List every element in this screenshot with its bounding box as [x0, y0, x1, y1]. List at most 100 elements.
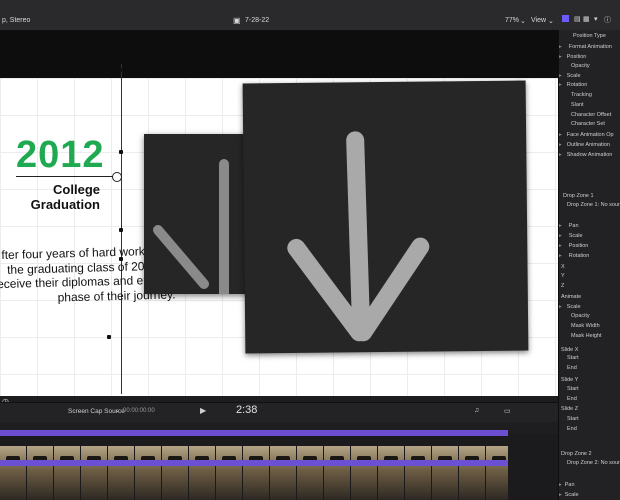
inspector-row-label: End [567, 426, 577, 432]
inspector-row-label: Start [567, 386, 579, 392]
inspector-row-label: Position [566, 54, 587, 60]
inspector-row[interactable]: ▸ Scale [559, 233, 583, 239]
disclosure-triangle-icon[interactable]: ▸ [559, 54, 562, 60]
disclosure-triangle-icon[interactable]: ▸ [559, 304, 562, 310]
drop-zone-panel-small[interactable] [144, 134, 252, 294]
transform-handle[interactable] [119, 228, 123, 232]
timeline-filmstrip[interactable] [0, 446, 508, 500]
inspector-row[interactable]: End [559, 426, 577, 432]
selected-clip-bar[interactable] [0, 460, 508, 466]
inspector-row-label: End [567, 396, 577, 402]
inspector-toggle-icon[interactable] [562, 15, 569, 22]
inspector-row[interactable]: Slide X [559, 347, 578, 353]
inspector-row[interactable]: Mask Width [559, 323, 600, 329]
clip-appearance-icon[interactable]: ▭ [504, 407, 511, 415]
transform-handle[interactable] [119, 150, 123, 154]
inspector-row[interactable]: Mask Height [559, 333, 602, 339]
inspector-row-label: Slide X [561, 347, 579, 353]
filter-icon[interactable]: ▾ [594, 15, 598, 23]
disclosure-triangle-icon[interactable]: ▸ [559, 73, 562, 79]
inspector-row-label: Mask Height [571, 333, 602, 339]
disclosure-triangle-icon[interactable]: ▸ [559, 243, 562, 249]
disclosure-triangle-icon[interactable]: ▸ [559, 223, 562, 229]
inspector-row[interactable]: Character Offset [559, 112, 611, 118]
transform-handle[interactable] [119, 68, 123, 72]
inspector-row[interactable]: Slide Y [559, 377, 578, 383]
title-heading[interactable]: College Graduation [16, 182, 100, 212]
inspector-row[interactable]: Y [559, 273, 565, 279]
headphones-icon[interactable]: ♫ [474, 407, 479, 414]
inspector-row[interactable]: Opacity [559, 313, 590, 319]
project-date[interactable]: 7-28-22 [245, 17, 269, 24]
inspector-row[interactable]: ▸ Format Animation [559, 44, 612, 50]
inspector-row-label: Scale [568, 233, 583, 239]
inspector-row[interactable]: ▸ Position [559, 54, 586, 60]
inspector-row[interactable]: Tracking [559, 92, 592, 98]
inspector-row[interactable]: End [559, 365, 577, 371]
inspector-row[interactable]: Slide Z [559, 406, 578, 412]
inspector-row[interactable]: ▸ Scale [559, 73, 581, 79]
inspector-row[interactable]: Slant [559, 102, 584, 108]
inspector-row[interactable]: Start [559, 355, 579, 361]
inspector-row[interactable]: ▸ Scale [559, 492, 579, 498]
video-frame-thumbnail [324, 446, 351, 500]
inspector-row-label: Z [561, 283, 565, 289]
title-line-1: College [53, 182, 100, 197]
disclosure-triangle-icon[interactable]: ▸ [559, 492, 562, 498]
viewer: 2012 College Graduation fter four years … [0, 30, 558, 420]
title-year[interactable]: 2012 [16, 134, 105, 177]
chevron-down-icon[interactable]: ⌄ [548, 17, 554, 25]
inspector-row[interactable]: Position Type [559, 33, 606, 39]
inspector-row-label: Format Animation [568, 44, 612, 50]
anchor-point-handle[interactable] [112, 172, 122, 182]
inspector-row[interactable]: ▸ Outline Animation [559, 142, 610, 148]
disclosure-triangle-icon[interactable]: ▸ [559, 253, 562, 259]
inspector-row-label: Opacity [571, 313, 590, 319]
transform-handle[interactable] [107, 335, 111, 339]
disclosure-triangle-icon[interactable]: ▸ [559, 152, 562, 158]
inspector-row[interactable]: ▸ Shadow Animation [559, 152, 612, 158]
inspector-row[interactable]: ▸ Position [559, 243, 588, 249]
inspector-row[interactable]: ▸ Face Animation Op [559, 132, 614, 138]
inspector-row[interactable]: ▸ Rotation [559, 253, 589, 259]
inspector-row-label: Face Animation Op [566, 132, 614, 138]
inspector-row[interactable]: X [559, 264, 565, 270]
inspector-row[interactable]: End [559, 396, 577, 402]
clip-range-bar[interactable] [0, 430, 508, 436]
play-icon[interactable]: ▶ [200, 406, 206, 415]
drop-zone-panel-large[interactable] [242, 80, 529, 354]
inspector-row[interactable]: Drop Zone 2 [559, 451, 592, 457]
disclosure-triangle-icon[interactable]: ▸ [559, 44, 562, 50]
inspector-row[interactable]: Start [559, 416, 579, 422]
disclosure-triangle-icon[interactable]: ▸ [559, 233, 562, 239]
inspector-row[interactable]: Character Set [559, 121, 605, 127]
film-icon[interactable]: ▦ [583, 15, 590, 23]
inspector-row[interactable]: Animate [559, 294, 581, 300]
view-menu[interactable]: View [531, 17, 546, 24]
inspector-row[interactable]: Start [559, 386, 579, 392]
zoom-level[interactable]: 77% [505, 17, 519, 24]
video-frame-thumbnail [0, 446, 27, 500]
disclosure-triangle-icon[interactable]: ▸ [559, 482, 562, 488]
inspector-row[interactable]: ▸ Pan [559, 223, 579, 229]
video-frame-thumbnail [297, 446, 324, 500]
chevron-down-icon[interactable]: ⌄ [115, 407, 120, 414]
info-icon[interactable]: ⓘ [604, 15, 611, 25]
audio-format-label: p, Stereo [2, 17, 31, 24]
inspector-row[interactable]: ▸ Pan [559, 482, 575, 488]
inspector-row[interactable]: ▸ Scale [559, 304, 581, 310]
inspector-row[interactable]: Drop Zone 1 [559, 193, 594, 199]
inspector-panel: Position Type ▸ Format Animation ▸ Position O… [558, 30, 620, 500]
disclosure-triangle-icon[interactable]: ▸ [559, 82, 562, 88]
inspector-row[interactable]: Opacity [559, 63, 590, 69]
chevron-down-icon[interactable]: ⌄ [520, 17, 526, 25]
inspector-row[interactable]: Drop Zone 1: No sourc [559, 202, 620, 208]
layers-icon[interactable]: ▤ [574, 15, 581, 23]
timecode-display[interactable]: 2:38 [236, 404, 257, 416]
inspector-row-label: Pan [568, 223, 579, 229]
inspector-row[interactable]: Drop Zone 2: No sourc [559, 460, 620, 466]
disclosure-triangle-icon[interactable]: ▸ [559, 132, 562, 138]
inspector-row[interactable]: ▸ Rotation [559, 82, 587, 88]
disclosure-triangle-icon[interactable]: ▸ [559, 142, 562, 148]
inspector-row[interactable]: Z [559, 283, 564, 289]
